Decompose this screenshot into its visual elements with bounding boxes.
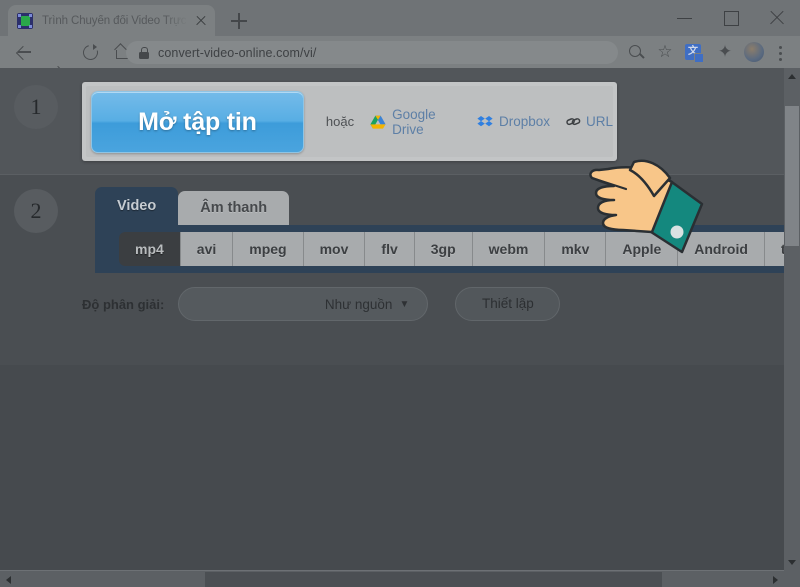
format-webm[interactable]: webm: [472, 232, 546, 266]
scroll-right-arrow[interactable]: [768, 571, 784, 587]
close-icon[interactable]: [193, 13, 209, 29]
vertical-scrollbar[interactable]: [784, 68, 800, 570]
maximize-icon[interactable]: [708, 0, 754, 36]
step-number-2: 2: [14, 189, 58, 233]
scroll-up-arrow[interactable]: [784, 68, 800, 84]
format-flv[interactable]: flv: [365, 232, 415, 266]
dropbox-label: Dropbox: [498, 114, 550, 129]
back-arrow-icon[interactable]: [14, 42, 34, 62]
open-file-button[interactable]: Mở tập tin: [91, 90, 304, 153]
address-bar[interactable]: convert-video-online.com/vi/: [126, 41, 618, 64]
browser-toolbar: convert-video-online.com/vi/ ☆ 文 ✦: [0, 36, 800, 73]
browser-window: Trình Chuyển đổi Video Trực tuyến conver…: [0, 0, 800, 587]
puzzle-piece-icon[interactable]: ✦: [715, 42, 735, 62]
tab-title: Trình Chuyển đổi Video Trực tuyến: [42, 14, 191, 27]
pointing-hand-cursor: [574, 142, 714, 262]
scrollbar-corner: [784, 570, 800, 587]
minimize-icon[interactable]: [662, 0, 708, 36]
browser-tab-strip: Trình Chuyển đổi Video Trực tuyến: [0, 0, 800, 36]
google-drive-link[interactable]: Google Drive: [370, 107, 461, 137]
url-label: URL: [585, 114, 613, 129]
close-icon[interactable]: [754, 0, 800, 36]
reload-icon[interactable]: [80, 42, 100, 62]
google-drive-icon: [370, 115, 386, 129]
resolution-dropdown[interactable]: Như nguồn ▼: [178, 287, 429, 321]
browser-tab[interactable]: Trình Chuyển đổi Video Trực tuyến: [8, 5, 215, 36]
format-mpeg[interactable]: mpeg: [233, 232, 304, 266]
format-3gp[interactable]: 3gp: [414, 232, 473, 266]
format-mov[interactable]: mov: [303, 232, 366, 266]
avatar[interactable]: [744, 42, 764, 62]
translate-icon[interactable]: 文: [685, 44, 704, 63]
star-icon[interactable]: ☆: [655, 42, 675, 62]
or-label: hoặc: [325, 114, 355, 129]
format-avi[interactable]: avi: [180, 232, 234, 266]
google-drive-label: Google Drive: [392, 106, 436, 137]
url-link[interactable]: URL: [566, 114, 613, 129]
horizontal-scrollbar[interactable]: [0, 570, 800, 587]
step-number-1: 1: [14, 85, 58, 129]
resolution-value: Như nguồn: [324, 296, 393, 312]
chevron-down-icon: ▼: [399, 298, 410, 310]
video-converter-favicon: [17, 12, 33, 29]
tab-audio[interactable]: Âm thanh: [178, 191, 290, 225]
url-text: convert-video-online.com/vi/: [158, 45, 317, 60]
three-dot-menu-icon[interactable]: [772, 42, 788, 62]
scroll-down-arrow[interactable]: [784, 554, 800, 570]
settings-button[interactable]: Thiết lập: [455, 287, 561, 321]
open-file-card: Mở tập tin hoặc Google Drive Dropbox URL: [82, 82, 617, 161]
lock-icon: [138, 46, 149, 59]
media-type-tabs: Video Âm thanh: [95, 187, 290, 225]
resolution-label: Độ phân giải:: [82, 296, 165, 312]
window-controls: [662, 0, 800, 36]
scroll-left-arrow[interactable]: [0, 571, 16, 587]
dropbox-icon: [477, 115, 493, 129]
search-zoom-icon[interactable]: [626, 42, 646, 62]
tab-video[interactable]: Video: [95, 187, 179, 225]
link-icon: [566, 115, 581, 128]
dropbox-link[interactable]: Dropbox: [477, 114, 550, 129]
resolution-row: Độ phân giải: Như nguồn ▼ Thiết lập: [82, 287, 561, 321]
format-mp4[interactable]: mp4: [119, 232, 181, 266]
new-tab-button[interactable]: [226, 8, 252, 34]
horizontal-scroll-thumb[interactable]: [205, 572, 662, 587]
vertical-scroll-thumb[interactable]: [785, 106, 799, 246]
